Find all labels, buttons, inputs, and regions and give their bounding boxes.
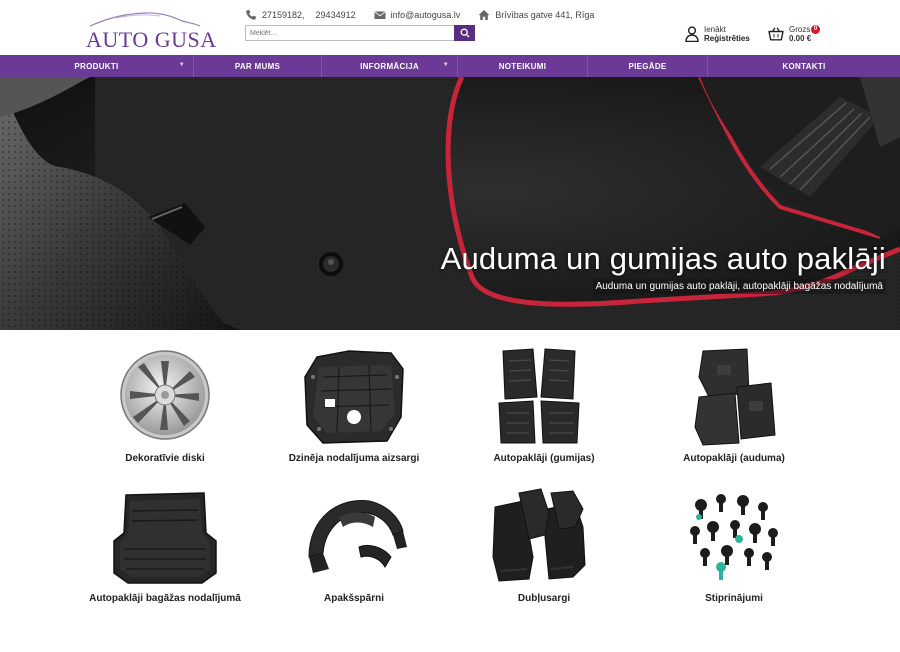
main-navigation: PRODUKTI ▼ PAR MUMS INFORMĀCIJA ▼ NOTEIK… [0, 55, 900, 77]
wheel-liner-icon [308, 500, 407, 573]
phone-icon [246, 10, 256, 20]
category-card[interactable]: Dekoratīvie diski [65, 347, 265, 477]
search-icon [460, 28, 469, 38]
nav-piegade[interactable]: PIEGĀDE [588, 55, 708, 77]
nav-informacija[interactable]: INFORMĀCIJA ▼ [322, 55, 458, 77]
phone-2[interactable]: 29434912 [316, 10, 356, 20]
category-name[interactable]: Dubļusargi [444, 593, 644, 604]
mail-icon [374, 11, 386, 19]
home-icon [478, 10, 490, 20]
login-link[interactable]: Ienākt [704, 25, 750, 34]
mudflaps-icon [492, 488, 586, 582]
search-button[interactable] [454, 25, 475, 41]
wheel-cover-icon [120, 350, 210, 440]
search-bar [245, 25, 475, 41]
hero-title: Auduma un gumijas auto paklāji [440, 241, 886, 276]
logo-text: AUTO GUSA [86, 27, 217, 52]
cart-link[interactable]: Grozs 0.00 € 0 [768, 25, 820, 43]
category-card[interactable]: Apakšspārni [254, 487, 454, 617]
hero-subtitle: Auduma un gumijas auto paklāji, autopakl… [592, 279, 886, 294]
cart-total: 0.00 € [789, 34, 812, 43]
hero-banner[interactable]: Auduma un gumijas auto paklāji Auduma un… [0, 77, 900, 330]
contact-bar: 27159182, 29434912 info@autogusa.lv Brīv… [245, 8, 612, 22]
nav-label: NOTEIKUMI [498, 61, 547, 71]
nav-label: KONTAKTI [782, 61, 826, 71]
category-name[interactable]: Autopaklāji (gumijas) [444, 453, 644, 464]
category-card[interactable]: Dzinēja nodalījuma aizsargi [254, 347, 454, 477]
category-card[interactable]: Autopaklāji (auduma) [634, 347, 834, 477]
search-input[interactable] [245, 25, 454, 41]
caret-down-icon: ▼ [178, 62, 185, 68]
category-name[interactable]: Autopaklāji (auduma) [634, 453, 834, 464]
basket-icon [768, 27, 784, 41]
category-name[interactable]: Autopaklāji bagāžas nodalījumā [65, 593, 265, 604]
cart-label: Grozs [789, 25, 811, 34]
category-name[interactable]: Dzinēja nodalījuma aizsargi [254, 453, 454, 464]
account-link[interactable]: Ienākt Reģistrēties [685, 25, 750, 43]
category-name[interactable]: Apakšspārni [254, 593, 454, 604]
nav-label: PRODUKTI [74, 61, 119, 71]
nav-par-mums[interactable]: PAR MUMS [194, 55, 322, 77]
nav-label: PIEGĀDE [628, 61, 667, 71]
nav-label: PAR MUMS [234, 61, 281, 71]
category-name[interactable]: Stiprinājumi [634, 593, 834, 604]
nav-produkti[interactable]: PRODUKTI ▼ [0, 55, 194, 77]
category-name[interactable]: Dekoratīvie diski [65, 453, 265, 464]
trunk-mat-icon [113, 492, 217, 584]
email-link[interactable]: info@autogusa.lv [391, 10, 461, 20]
textile-mats-icon [694, 348, 776, 446]
phone-1[interactable]: 27159182, [262, 10, 305, 20]
clips-icon [690, 494, 778, 580]
category-card[interactable]: Autopaklāji (gumijas) [444, 347, 644, 477]
nav-noteikumi[interactable]: NOTEIKUMI [458, 55, 588, 77]
site-header: AUTO GUSA 27159182, 29434912 info@autogu… [0, 0, 900, 55]
logo[interactable]: AUTO GUSA [86, 8, 216, 52]
rubber-mats-icon [498, 348, 580, 444]
address: Brīvības gatve 441, Rīga [495, 10, 595, 20]
category-card[interactable]: Dubļusargi [444, 487, 644, 617]
user-icon [685, 26, 699, 42]
nav-label: INFORMĀCIJA [360, 61, 419, 71]
caret-down-icon: ▼ [442, 62, 449, 68]
nav-kontakti[interactable]: KONTAKTI [708, 55, 900, 77]
cart-count-badge: 0 [811, 25, 820, 34]
category-card[interactable]: Stiprinājumi [634, 487, 834, 617]
category-card[interactable]: Autopaklāji bagāžas nodalījumā [65, 487, 265, 617]
engine-guard-icon [304, 350, 404, 444]
register-link[interactable]: Reģistrēties [704, 34, 750, 43]
